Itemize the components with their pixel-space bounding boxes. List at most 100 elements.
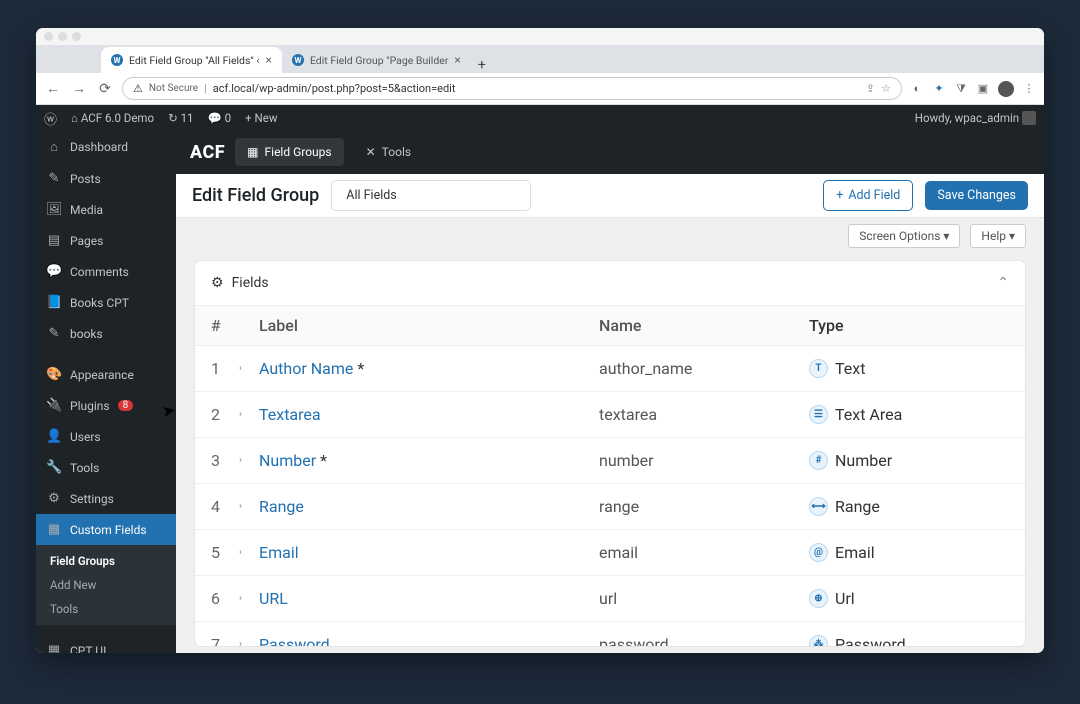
comments-link[interactable]: 💬 0 (208, 111, 232, 125)
field-label[interactable]: Author Name * (259, 359, 599, 378)
share-icon[interactable]: ⇪ (866, 82, 875, 95)
menu-icon: ▤ (46, 233, 62, 248)
field-type: ⊕Url (809, 589, 1009, 608)
max-dot[interactable] (72, 32, 81, 41)
table-row[interactable]: 5›Emailemail@Email (195, 530, 1025, 576)
favicon: W (292, 54, 304, 66)
sidebar-item-plugins[interactable]: 🔌Plugins8 (36, 390, 176, 421)
warning-icon: ⚠ (133, 82, 143, 95)
table-row[interactable]: 4›Rangerange⟷Range (195, 484, 1025, 530)
min-dot[interactable] (58, 32, 67, 41)
close-dot[interactable] (44, 32, 53, 41)
address-bar[interactable]: ⚠ Not Secure | acf.local/wp-admin/post.p… (122, 77, 902, 100)
wp-logo-icon[interactable]: ⓦ (44, 109, 57, 128)
sidebar-sub-item[interactable]: Tools (36, 597, 176, 621)
field-label[interactable]: Password (259, 635, 599, 647)
sidebar-item-appearance[interactable]: 🎨Appearance (36, 359, 176, 390)
sidebar-item-books[interactable]: ✎books (36, 318, 176, 349)
table-row[interactable]: 2›Textareatextarea☰Text Area (195, 392, 1025, 438)
acf-logo: ACF (190, 142, 225, 163)
col-label: Label (259, 316, 599, 335)
field-label[interactable]: Range (259, 497, 599, 516)
sidebar-item-dashboard[interactable]: ⌂ Dashboard (36, 131, 176, 163)
add-field-button[interactable]: + Add Field (823, 180, 913, 211)
forward-icon[interactable]: → (70, 80, 88, 97)
sidebar-item-users[interactable]: 👤Users (36, 421, 176, 452)
field-label[interactable]: Email (259, 543, 599, 562)
sidebar-submenu: Field GroupsAdd NewTools (36, 545, 176, 625)
help-button[interactable]: Help ▾ (970, 224, 1026, 248)
col-num: # (211, 316, 239, 335)
chevron-right-icon[interactable]: › (239, 363, 259, 374)
field-label[interactable]: Number * (259, 451, 599, 470)
sidebar-item-settings[interactable]: ⚙Settings (36, 483, 176, 514)
screen-options-button[interactable]: Screen Options ▾ (848, 224, 960, 248)
nav-field-groups[interactable]: ▦ Field Groups (235, 138, 343, 166)
group-name-input[interactable] (331, 180, 531, 211)
close-icon[interactable]: × (266, 53, 272, 67)
back-icon[interactable]: ← (44, 80, 62, 97)
panel-title: Fields (232, 275, 269, 291)
sidebar-item-comments[interactable]: 💬Comments (36, 256, 176, 287)
sidebar-item-label: Posts (70, 172, 101, 186)
sidebar-item-tools[interactable]: 🔧Tools (36, 452, 176, 483)
main-content: ACF ▦ Field Groups ✕ Tools Edit Field Gr… (176, 131, 1044, 653)
site-link[interactable]: ⌂ ACF 6.0 Demo (71, 111, 154, 125)
browser-tab[interactable]: W Edit Field Group "Page Builder × (282, 47, 471, 73)
sidebar-item-media[interactable]: 🖼Media (36, 194, 176, 225)
menu-icon[interactable]: ⋮ (1022, 82, 1036, 96)
chevron-right-icon[interactable]: › (239, 639, 259, 647)
menu-icon: 🔧 (46, 460, 62, 475)
close-icon[interactable]: × (454, 53, 460, 67)
page-title: Edit Field Group (192, 185, 319, 206)
sidebar-item-custom-fields[interactable]: ▦Custom Fields (36, 514, 176, 545)
chevron-right-icon[interactable]: › (239, 593, 259, 604)
tab-label: Edit Field Group "All Fields" ‹ (129, 54, 260, 67)
sidebar-item-label: Comments (70, 265, 129, 279)
field-label[interactable]: URL (259, 589, 599, 608)
field-type: TText (809, 359, 1009, 378)
new-link[interactable]: + New (245, 111, 277, 125)
field-name: url (599, 589, 809, 608)
chevron-right-icon[interactable]: › (239, 547, 259, 558)
chevron-right-icon[interactable]: › (239, 455, 259, 466)
new-tab-button[interactable]: + (471, 57, 493, 73)
ext-icon[interactable]: ✦ (932, 82, 946, 96)
sidebar-item-books-cpt[interactable]: 📘 Books CPT (36, 287, 176, 318)
panel-header[interactable]: ⚙ Fields ⌃ (195, 261, 1025, 306)
sidebar-item-cpt-ui[interactable]: ▦CPT UI (36, 635, 176, 653)
menu-icon: 📘 (46, 295, 62, 310)
save-changes-button[interactable]: Save Changes (925, 181, 1028, 210)
table-row[interactable]: 1›Author Name *author_nameTText (195, 346, 1025, 392)
tab-label: Edit Field Group "Page Builder (310, 54, 448, 67)
sidebar-sub-item[interactable]: Add New (36, 573, 176, 597)
sidebar-item-label: Plugins (70, 399, 110, 413)
sidebar-item-posts[interactable]: ✎Posts (36, 163, 176, 194)
updates-link[interactable]: ↻ 11 (168, 111, 193, 125)
sidebar-item-pages[interactable]: ▤Pages (36, 225, 176, 256)
chevron-right-icon[interactable]: › (239, 501, 259, 512)
chevron-right-icon[interactable]: › (239, 409, 259, 420)
avatar-icon[interactable] (998, 81, 1014, 97)
security-label: Not Secure (149, 83, 198, 94)
table-row[interactable]: 6›URLurl⊕Url (195, 576, 1025, 622)
sidebar-item-label: Books CPT (70, 296, 129, 310)
ext-icon[interactable]: ⧩ (954, 82, 968, 96)
field-label[interactable]: Textarea (259, 405, 599, 424)
col-name: Name (599, 316, 809, 335)
table-row[interactable]: 7›Passwordpassword⁂Password (195, 622, 1025, 647)
field-type: #Number (809, 451, 1009, 470)
menu-icon: ⌂ (46, 139, 62, 155)
table-row[interactable]: 3›Number *number#Number (195, 438, 1025, 484)
reload-icon[interactable]: ⟳ (96, 81, 114, 97)
star-icon[interactable]: ☆ (881, 82, 891, 95)
nav-tools[interactable]: ✕ Tools (354, 138, 423, 166)
howdy[interactable]: Howdy, wpac_admin (915, 111, 1036, 126)
menu-icon: 🔌 (46, 398, 62, 413)
ext-icon[interactable]: ▣ (976, 82, 990, 96)
ext-icon[interactable]: ◐ (910, 82, 924, 96)
sidebar-item-label: Dashboard (70, 140, 128, 154)
browser-tab-active[interactable]: W Edit Field Group "All Fields" ‹ × (101, 47, 282, 73)
sidebar-sub-item[interactable]: Field Groups (36, 549, 176, 573)
chevron-up-icon[interactable]: ⌃ (997, 275, 1009, 291)
